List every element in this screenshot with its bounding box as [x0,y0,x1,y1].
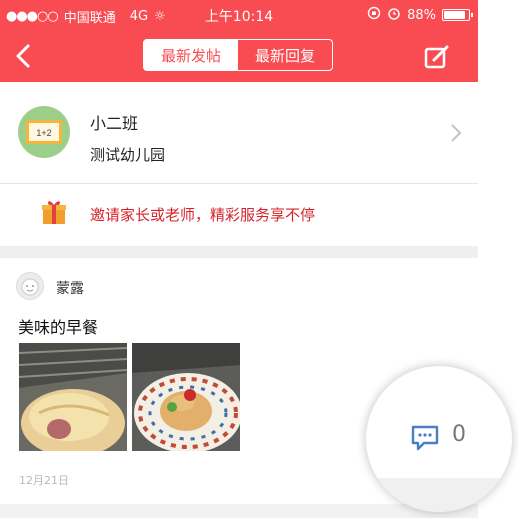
tab-latest-posts[interactable]: 最新发帖 [144,40,238,70]
tab-latest-replies[interactable]: 最新回复 [238,40,332,70]
class-avatar: 1+2 [18,106,70,158]
comment-count: 0 [452,422,466,447]
post-photo-2[interactable] [132,343,240,451]
status-bar: ●●●○○ 中国联通 4G ☼ 上午10:14 88% [0,0,478,30]
post-date: 12月21日 [19,474,69,487]
invite-banner[interactable]: 邀请家长或老师，精彩服务享不停 [0,184,478,246]
zoom-callout: 0 [366,366,512,512]
post-author: 蒙露 [56,281,84,297]
back-arrow-icon [16,44,30,68]
compose-icon [424,45,449,69]
avatar [16,272,44,300]
gift-icon [42,201,66,224]
alarm-icon [387,6,401,24]
compose-button[interactable] [420,40,454,74]
post-title: 美味的早餐 [18,318,99,337]
section-divider [0,246,478,258]
battery-icon [442,9,473,21]
back-button[interactable] [6,38,42,74]
chevron-right-icon [451,124,462,142]
post-photo-1[interactable] [19,343,127,451]
comment-icon[interactable] [410,424,440,452]
orientation-lock-icon [367,6,381,24]
post-filter-tabs: 最新发帖 最新回复 [143,39,333,71]
battery-percent: 88% [407,7,436,23]
battery-level [444,11,465,19]
class-row[interactable]: 1+2 小二班 测试幼儿园 [0,82,478,184]
class-name: 小二班 [90,114,139,133]
invite-text: 邀请家长或老师，精彩服务享不停 [90,206,316,224]
nav-bar: 最新发帖 最新回复 [0,30,478,82]
class-avatar-label: 1+2 [36,128,51,138]
school-name: 测试幼儿园 [90,146,166,164]
